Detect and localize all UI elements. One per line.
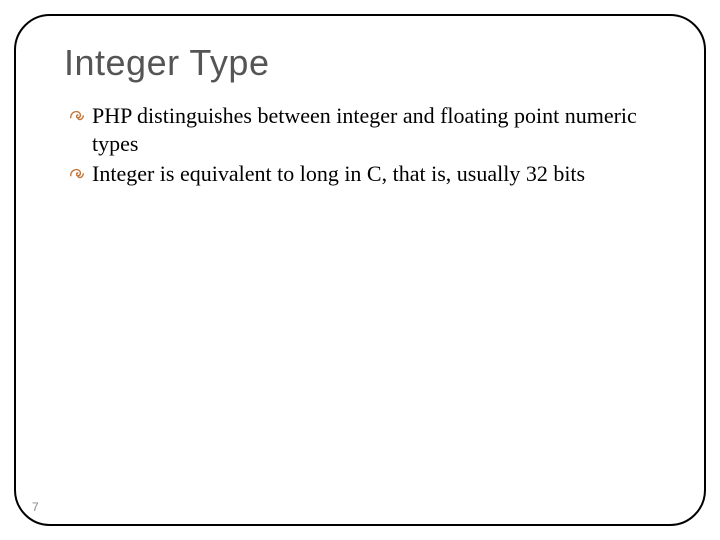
bullet-list: PHP distinguishes between integer and fl… — [58, 102, 662, 188]
page-number: 7 — [32, 500, 39, 514]
slide-title: Integer Type — [64, 42, 662, 84]
flourish-icon — [68, 106, 86, 124]
flourish-icon — [68, 164, 86, 182]
bullet-text: PHP distinguishes between integer and fl… — [92, 103, 637, 156]
slide-frame: Integer Type PHP distinguishes between i… — [14, 14, 706, 526]
list-item: PHP distinguishes between integer and fl… — [68, 102, 662, 158]
bullet-text: Integer is equivalent to long in C, that… — [92, 161, 585, 186]
list-item: Integer is equivalent to long in C, that… — [68, 160, 662, 188]
